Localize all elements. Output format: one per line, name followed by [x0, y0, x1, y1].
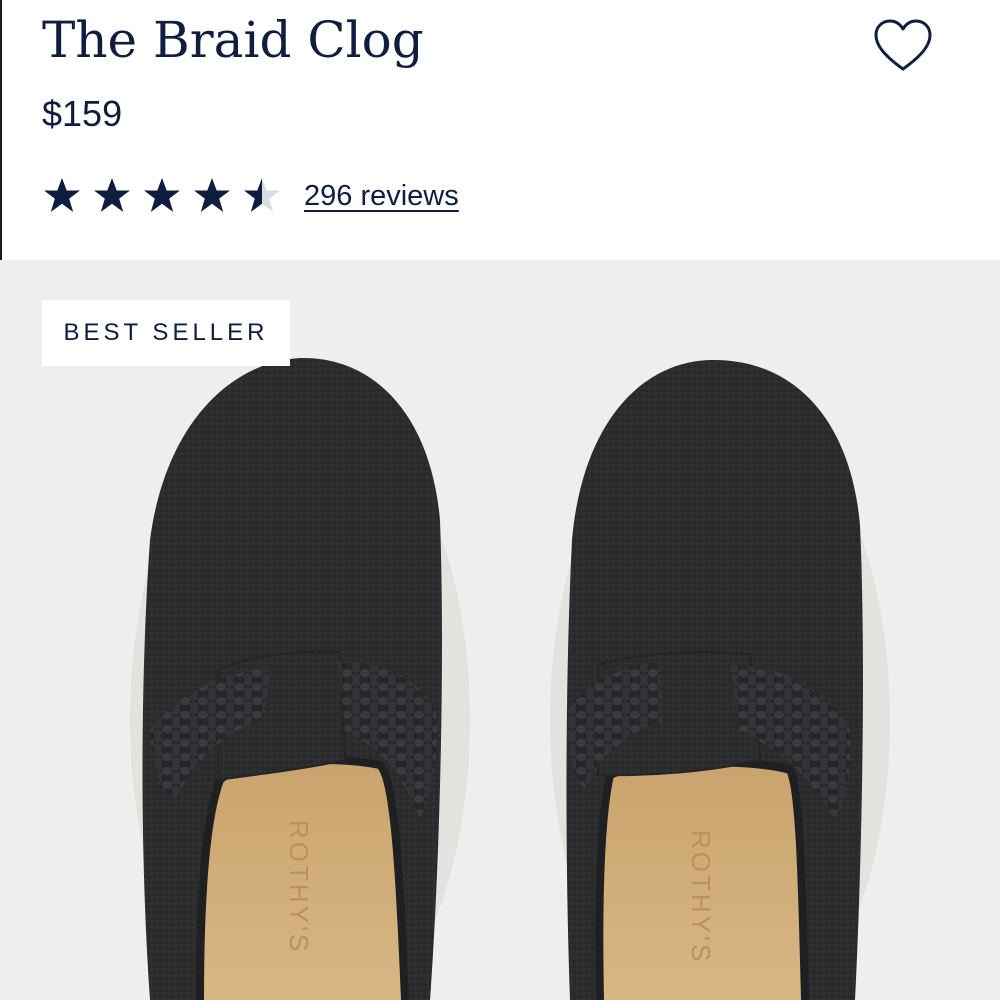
right-shoe: ROTHY'S [566, 359, 863, 1000]
product-title: The Braid Clog [42, 11, 424, 69]
star-icon [94, 178, 130, 212]
reviews-link[interactable]: 296 reviews [304, 180, 459, 213]
star-icon [194, 178, 230, 212]
left-shoe: ROTHY'S [142, 357, 442, 1000]
star-rating [42, 176, 292, 216]
heart-icon[interactable] [872, 18, 934, 74]
insole-brand-text: ROTHY'S [284, 820, 314, 954]
shoe-image: ROTHY'S ROTHY'S [130, 357, 890, 1000]
insole-brand-text: ROTHY'S [686, 830, 716, 964]
best-seller-badge: BEST SELLER [42, 300, 290, 366]
product-header: The Braid Clog $159 296 reviews [0, 0, 1000, 260]
half-star-icon [244, 178, 280, 212]
rating-row: 296 reviews [42, 172, 459, 220]
star-icon [144, 178, 180, 212]
product-price: $159 [42, 93, 123, 134]
product-image[interactable]: ROTHY'S ROTHY'S BEST SELLER [0, 260, 1000, 1000]
left-edge-divider [0, 0, 2, 260]
star-icon [44, 178, 80, 212]
